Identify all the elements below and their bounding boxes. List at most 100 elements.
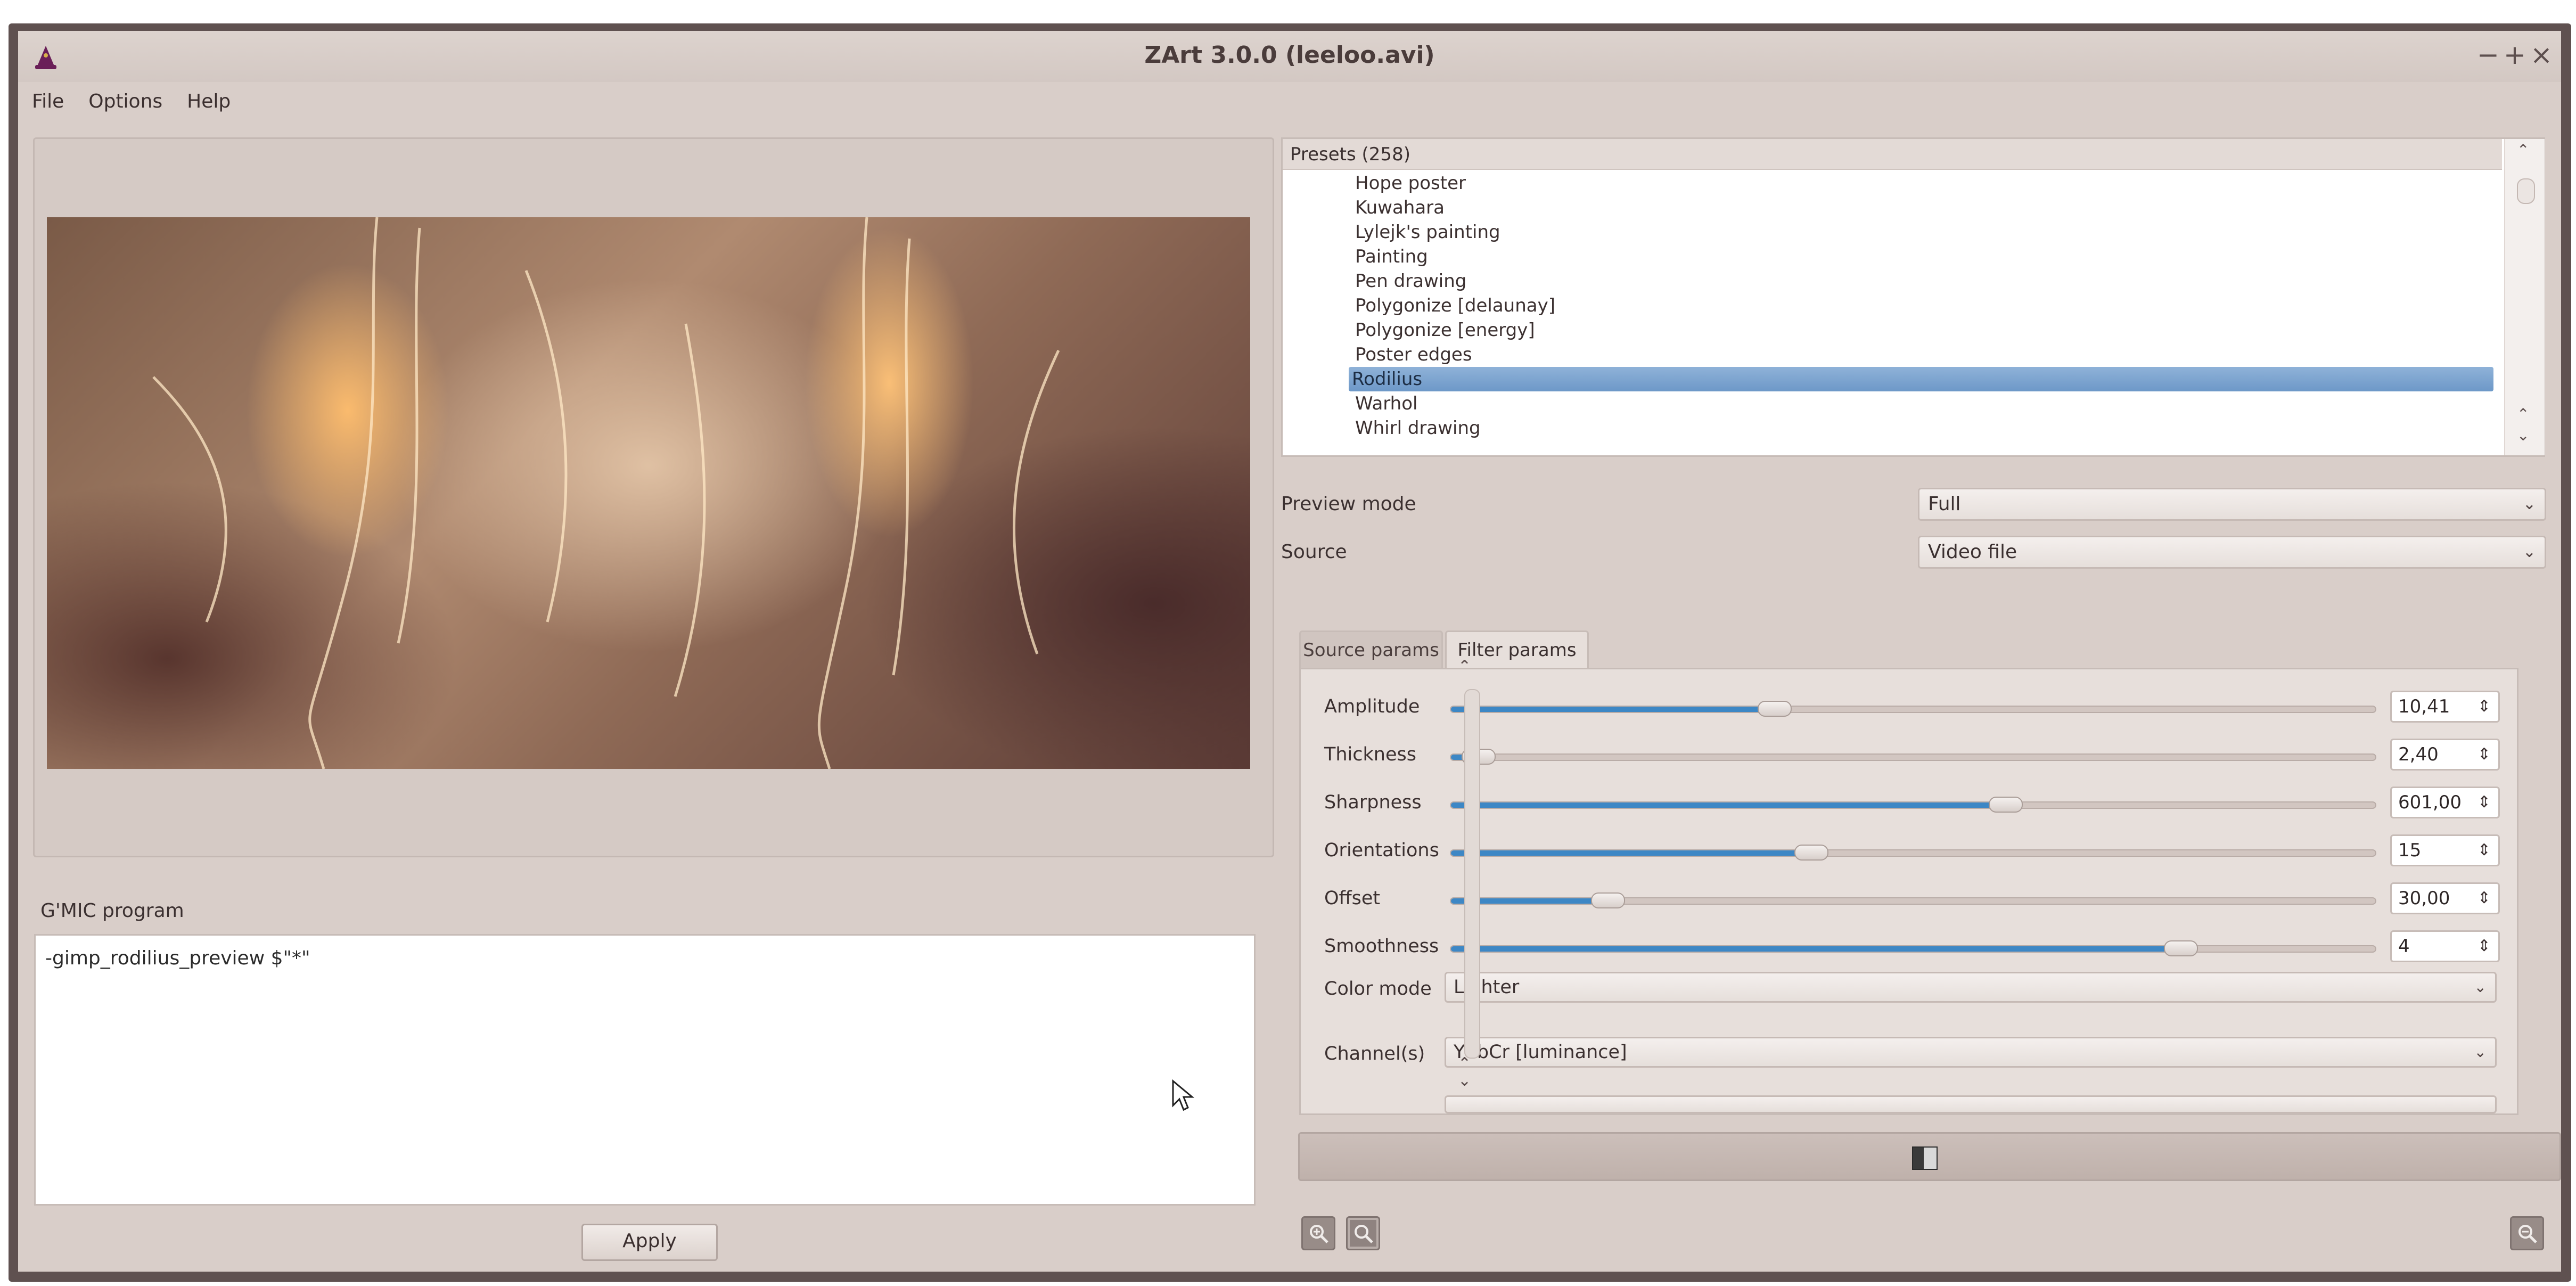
slider-handle[interactable] [1591,892,1626,908]
slider-fill [1451,850,1812,856]
close-button[interactable]: × [2530,39,2553,70]
presets-tree[interactable]: Presets (258) Hope poster Kuwahara Lylej… [1281,137,2545,457]
render-button[interactable] [1298,1132,2561,1181]
tab-source-params[interactable]: Source params [1299,630,1443,668]
slider-handle[interactable] [2164,940,2198,956]
preset-item[interactable]: Whirl drawing [1352,416,2497,440]
preset-item[interactable]: Poster edges [1352,342,2497,367]
spinbox-smoothness[interactable]: 4 ⇕ [2390,930,2500,962]
chevron-down-icon: ⌄ [2522,495,2536,513]
spinbox-value: 30,00 [2398,888,2450,909]
title-bar[interactable]: ZArt 3.0.0 (leeloo.avi) − + × [18,31,2561,82]
preset-item[interactable]: Pen drawing [1352,269,2497,293]
spinbox-thickness[interactable]: 2,40 ⇕ [2390,739,2500,771]
apply-button[interactable]: Apply [581,1224,718,1261]
slider-handle[interactable] [1988,797,2023,813]
window-title: ZArt 3.0.0 (leeloo.avi) [1144,42,1435,69]
slider-handle[interactable] [1757,701,1792,717]
partial-hidden-select[interactable] [1445,1095,2497,1113]
scroll-up-icon[interactable]: ⌃ [1458,657,1471,676]
spin-arrows-icon[interactable]: ⇕ [2477,692,2491,721]
scroll-down-icon[interactable]: ⌄ [1458,1071,1471,1090]
slider-thickness[interactable] [1450,749,2376,765]
zoom-in-button[interactable] [1301,1216,1335,1250]
preview-strokes [152,217,1060,769]
slider-fill [1451,707,1775,712]
spin-arrows-icon[interactable]: ⇕ [2477,884,2491,913]
spin-arrows-icon[interactable]: ⇕ [2477,932,2491,961]
presets-scrollbar[interactable]: ⌃ ⌃ ⌄ [2504,139,2545,455]
param-label-sharpness: Sharpness [1324,792,1422,813]
slider-fill [1451,802,2006,808]
preset-item[interactable]: Painting [1352,244,2497,269]
slider-handle[interactable] [1794,845,1829,861]
chevron-down-icon: ⌄ [2474,978,2487,996]
maximize-button[interactable]: + [2504,39,2526,70]
preset-item[interactable]: Kuwahara [1352,195,2497,220]
preset-item[interactable]: Hope poster [1352,171,2497,195]
app-window: ZArt 3.0.0 (leeloo.avi) − + × File Optio… [18,31,2561,1272]
preset-item[interactable]: Polygonize [energy] [1352,318,2497,342]
mouse-cursor-icon [1172,1079,1195,1111]
scroll-up-icon[interactable]: ⌃ [2517,141,2529,159]
param-label-smoothness: Smoothness [1324,936,1439,957]
color-mode-label: Color mode [1324,978,1432,1000]
filter-params-panel: Amplitude 10,41 ⇕ Thickness 2,40 ⇕ Sharpness 60… [1299,668,2518,1115]
preview-image[interactable] [47,217,1250,769]
spinbox-amplitude[interactable]: 10,41 ⇕ [2390,691,2500,723]
render-icon [1912,1146,1938,1170]
menu-file[interactable]: File [32,91,64,122]
channels-select[interactable]: YCbCr [luminance] ⌄ [1445,1037,2497,1068]
spinbox-value: 601,00 [2398,792,2462,813]
preset-item[interactable]: Polygonize [delaunay] [1352,293,2497,318]
spinbox-value: 2,40 [2398,744,2439,765]
preview-mode-value: Full [1928,493,1961,515]
minimize-button[interactable]: − [2477,39,2499,70]
chevron-down-icon: ⌄ [2474,1043,2487,1061]
gmic-program-editor[interactable]: -gimp_rodilius_preview $"*" [34,934,1256,1206]
slider-sharpness[interactable] [1450,797,2376,813]
spin-arrows-icon[interactable]: ⇕ [2477,836,2491,865]
preset-item-selected[interactable]: Rodilius [1349,367,2493,391]
zoom-out-icon [2518,1225,2537,1243]
param-label-offset: Offset [1324,888,1381,909]
spinbox-offset[interactable]: 30,00 ⇕ [2390,882,2500,914]
scroll-down-icon[interactable]: ⌄ [2517,427,2529,444]
spin-arrows-icon[interactable]: ⇕ [2477,788,2491,817]
source-value: Video file [1928,541,2017,563]
preview-mode-label: Preview mode [1281,493,1416,515]
source-select[interactable]: Video file ⌄ [1918,536,2546,569]
gmic-program-label: G'MIC program [40,900,184,922]
menu-help[interactable]: Help [187,91,231,122]
preset-item[interactable]: Lylejk's painting [1352,220,2497,244]
param-label-amplitude: Amplitude [1324,696,1420,717]
param-label-thickness: Thickness [1324,744,1416,765]
slider-fill [1451,946,2181,952]
zoom-out-button[interactable] [2510,1216,2544,1250]
scroll-up-icon[interactable]: ⌃ [2517,405,2529,423]
color-mode-value: Lighter [1454,977,1520,998]
spinbox-value: 10,41 [2398,696,2450,717]
slider-smoothness[interactable] [1450,940,2376,956]
color-mode-select[interactable]: Lighter ⌄ [1445,972,2497,1003]
spinbox-sharpness[interactable]: 601,00 ⇕ [2390,787,2500,818]
scroll-up-icon[interactable]: ⌃ [1458,1054,1471,1073]
spin-arrows-icon[interactable]: ⇕ [2477,740,2491,769]
scroll-thumb[interactable] [2517,178,2535,204]
zoom-fit-icon [1355,1225,1373,1243]
spinbox-orientations[interactable]: 15 ⇕ [2390,834,2500,866]
spinbox-value: 4 [2398,936,2410,957]
zoom-fit-button[interactable] [1346,1216,1380,1250]
slider-orientations[interactable] [1450,845,2376,861]
presets-header[interactable]: Presets (258) [1283,139,2502,170]
params-scrollbar[interactable] [1464,689,1480,1059]
source-label: Source [1281,541,1347,563]
spinbox-value: 15 [2398,840,2422,861]
preview-mode-select[interactable]: Full ⌄ [1918,488,2546,521]
chevron-down-icon: ⌄ [2522,543,2536,561]
preset-item[interactable]: Warhol [1352,391,2497,416]
menu-bar: File Options Help [32,91,231,122]
menu-options[interactable]: Options [88,91,162,122]
slider-offset[interactable] [1450,892,2376,908]
slider-amplitude[interactable] [1450,701,2376,717]
